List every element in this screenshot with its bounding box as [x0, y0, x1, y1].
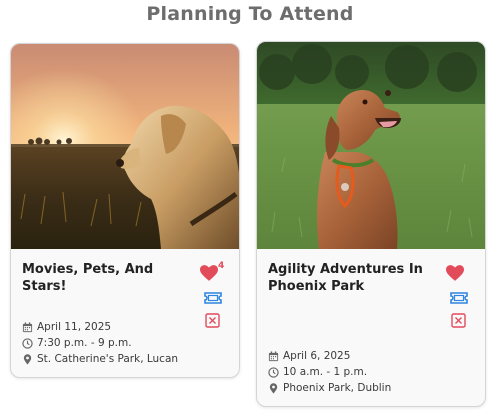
calendar-icon [268, 350, 279, 361]
event-title: Agility Adventures In Phoenix Park [268, 262, 423, 294]
close-box-icon[interactable] [451, 313, 466, 328]
event-time: 7:30 p.m. - 9 p.m. [37, 337, 132, 349]
dog-grass-photo [257, 42, 485, 249]
event-body: Movies, Pets, And Stars! 4 April 11, 202… [11, 249, 239, 377]
section-title: Planning To Attend [146, 3, 354, 25]
event-time: 10 a.m. - 1 p.m. [283, 366, 368, 378]
event-location-row: Phoenix Park, Dublin [268, 380, 391, 396]
calendar-icon [22, 321, 33, 332]
event-meta: April 11, 2025 7:30 p.m. - 9 p.m. St. Ca… [22, 319, 178, 367]
close-box-icon[interactable] [205, 313, 220, 328]
event-image [257, 42, 485, 249]
like-count: 4 [218, 261, 225, 271]
event-location-row: St. Catherine's Park, Lucan [22, 351, 178, 367]
clock-icon [22, 337, 33, 349]
event-card[interactable]: Movies, Pets, And Stars! 4 April 11, 202… [10, 43, 240, 378]
event-card[interactable]: Agility Adventures In Phoenix Park April… [256, 41, 486, 407]
event-date-row: April 6, 2025 [268, 348, 391, 364]
like-button[interactable]: 4 [200, 261, 228, 285]
event-location: St. Catherine's Park, Lucan [37, 353, 179, 365]
event-time-row: 7:30 p.m. - 9 p.m. [22, 335, 178, 351]
event-date-row: April 11, 2025 [22, 319, 178, 335]
like-button[interactable] [446, 263, 474, 285]
clock-icon [268, 366, 279, 378]
event-title: Movies, Pets, And Stars! [22, 262, 154, 294]
ticket-icon[interactable] [204, 291, 222, 305]
heart-icon [446, 265, 464, 281]
event-date: April 6, 2025 [283, 350, 351, 362]
event-body: Agility Adventures In Phoenix Park April… [257, 249, 485, 406]
event-meta: April 6, 2025 10 a.m. - 1 p.m. Phoenix P… [268, 348, 391, 396]
ticket-icon[interactable] [450, 291, 468, 305]
map-pin-icon [269, 382, 278, 394]
event-actions: 4 [194, 261, 228, 333]
heart-icon [200, 265, 218, 281]
event-actions [440, 263, 474, 333]
event-date: April 11, 2025 [37, 321, 112, 333]
event-location: Phoenix Park, Dublin [283, 382, 392, 394]
event-image [11, 44, 239, 249]
dog-sunset-photo [11, 44, 239, 249]
event-time-row: 10 a.m. - 1 p.m. [268, 364, 391, 380]
planning-to-attend-page: Planning To Attend Movies, Pets, And Sta… [0, 0, 500, 417]
map-pin-icon [23, 353, 32, 365]
